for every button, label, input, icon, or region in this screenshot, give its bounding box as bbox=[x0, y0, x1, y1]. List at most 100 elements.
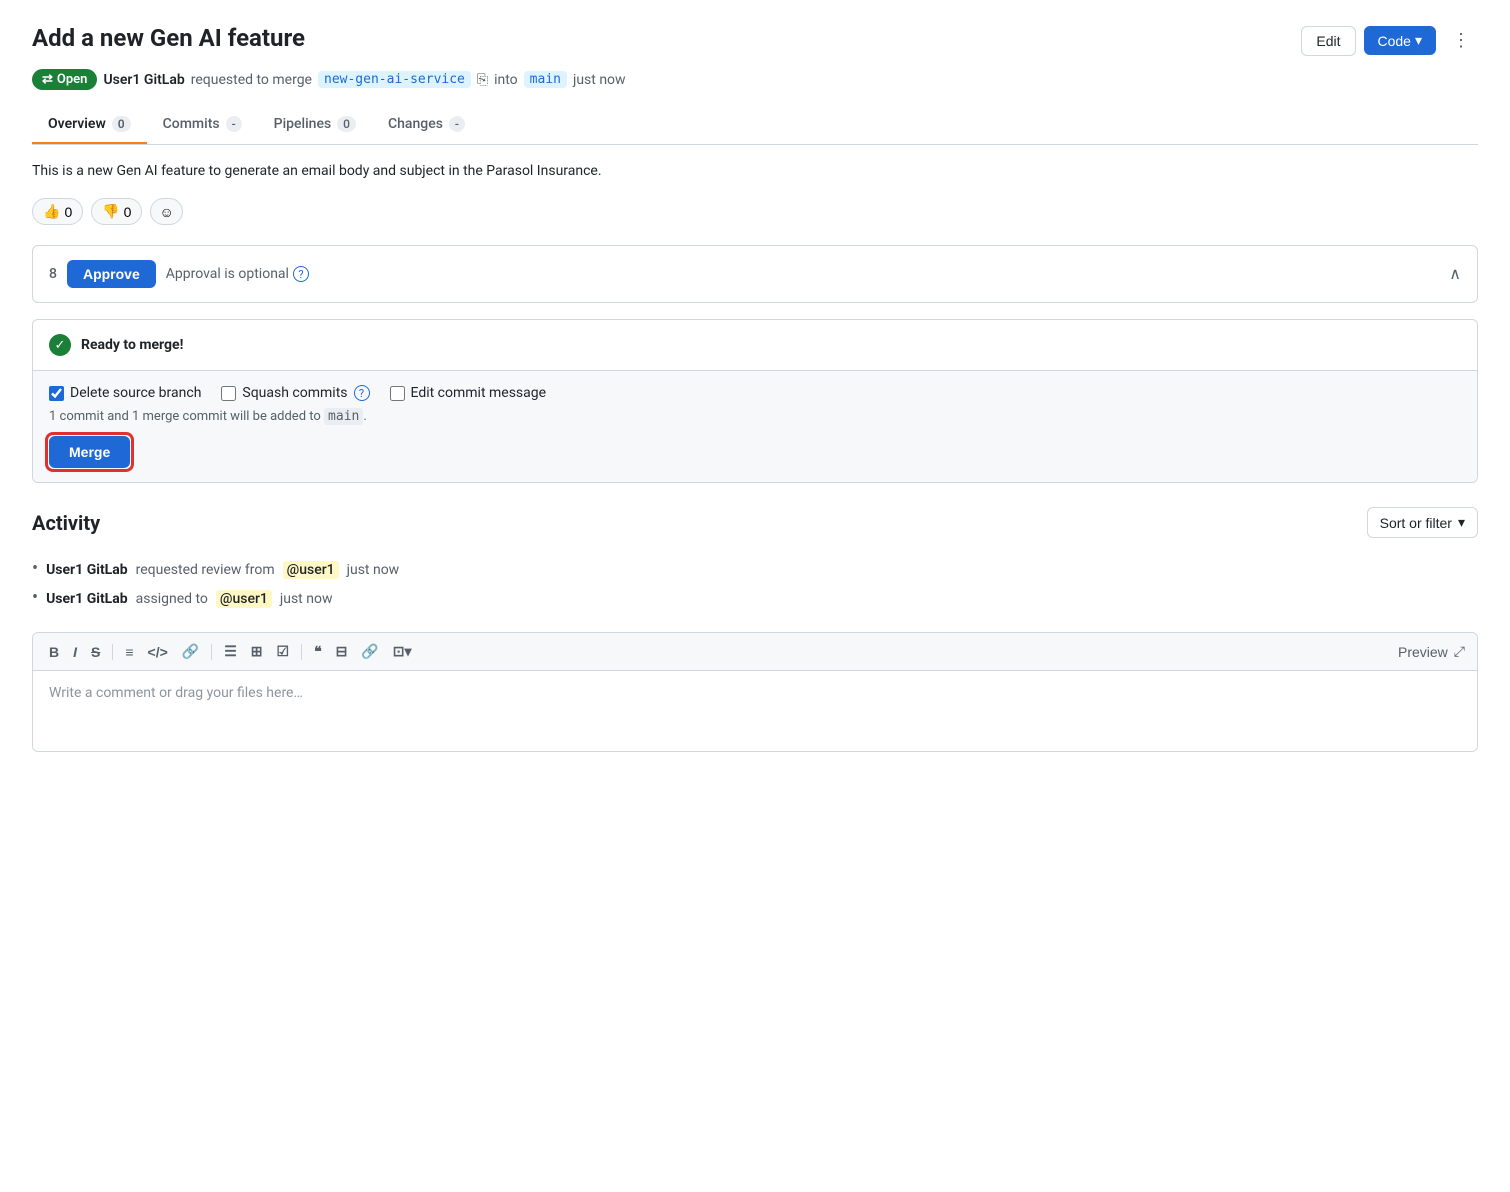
approval-optional-label: Approval is optional bbox=[166, 266, 289, 282]
squash-commits-option[interactable]: Squash commits ? bbox=[221, 385, 369, 401]
editor-body[interactable]: Write a comment or drag your files here… bbox=[33, 671, 1477, 751]
sort-filter-button[interactable]: Sort or filter ▾ bbox=[1367, 507, 1478, 538]
thumbsdown-reaction[interactable]: 👎 0 bbox=[91, 198, 142, 225]
merge-info-suffix: . bbox=[363, 409, 366, 424]
code-label: Code bbox=[1378, 33, 1411, 49]
numbered-list-button[interactable]: ⊞ bbox=[247, 641, 267, 662]
attach-button[interactable]: 🔗 bbox=[357, 641, 382, 662]
merge-button[interactable]: Merge bbox=[49, 436, 130, 468]
task-list-button[interactable]: ☑ bbox=[273, 641, 294, 662]
strikethrough-label: S bbox=[91, 644, 100, 660]
approve-section: 8 Approve Approval is optional ? ∧ bbox=[32, 245, 1478, 303]
expand-button[interactable]: ⤢ bbox=[1454, 643, 1465, 660]
merge-options: Delete source branch Squash commits ? Ed… bbox=[49, 385, 1461, 401]
tab-pipelines[interactable]: Pipelines 0 bbox=[258, 106, 372, 144]
merge-ready-icon: ✓ bbox=[49, 334, 71, 356]
tab-changes-label: Changes bbox=[388, 116, 443, 132]
thumbsup-emoji: 👍 bbox=[43, 203, 60, 220]
editor-placeholder: Write a comment or drag your files here… bbox=[49, 685, 303, 701]
tab-pipelines-label: Pipelines bbox=[274, 116, 332, 132]
activity-text-1: requested review from bbox=[136, 562, 275, 578]
status-line: ⇄ Open User1 GitLab requested to merge n… bbox=[32, 69, 1478, 90]
approve-button[interactable]: Approve bbox=[67, 260, 156, 288]
thumbsup-count: 0 bbox=[64, 204, 72, 220]
merge-body: Delete source branch Squash commits ? Ed… bbox=[33, 371, 1477, 482]
page-title: Add a new Gen AI feature bbox=[32, 24, 305, 52]
activity-mention-1[interactable]: @user1 bbox=[283, 561, 339, 579]
toolbar-right: Preview ⤢ bbox=[1398, 643, 1465, 660]
activity-user-2: User1 GitLab bbox=[46, 591, 128, 607]
merge-info: 1 commit and 1 merge commit will be adde… bbox=[49, 409, 1461, 424]
activity-header: Activity Sort or filter ▾ bbox=[32, 507, 1478, 538]
tabs-container: Overview 0 Commits - Pipelines 0 Changes… bbox=[32, 106, 1478, 145]
link-button[interactable]: 🔗 bbox=[178, 641, 203, 662]
edit-message-checkbox[interactable] bbox=[390, 386, 405, 401]
delete-branch-option[interactable]: Delete source branch bbox=[49, 385, 201, 401]
source-branch-link[interactable]: new-gen-ai-service bbox=[318, 71, 471, 88]
activity-time-1: just now bbox=[347, 562, 400, 578]
tab-commits-label: Commits bbox=[163, 116, 220, 132]
approve-left: 8 Approve Approval is optional ? bbox=[49, 260, 309, 288]
merge-section: ✓ Ready to merge! Delete source branch S… bbox=[32, 319, 1478, 483]
tab-changes-count: - bbox=[449, 116, 465, 132]
status-action: requested to merge bbox=[191, 72, 312, 88]
bold-button[interactable]: B bbox=[45, 642, 63, 662]
add-emoji-button[interactable]: ☺ bbox=[150, 198, 182, 225]
mr-description: This is a new Gen AI feature to generate… bbox=[32, 161, 1478, 182]
edit-message-label: Edit commit message bbox=[411, 385, 547, 401]
activity-item: User1 GitLab requested review from @user… bbox=[32, 554, 1478, 583]
approval-help-icon[interactable]: ? bbox=[293, 266, 309, 282]
edit-message-option[interactable]: Edit commit message bbox=[390, 385, 547, 401]
tab-overview-count: 0 bbox=[112, 116, 131, 132]
approval-optional-text: Approval is optional ? bbox=[166, 266, 309, 282]
code-button[interactable]: Code ▾ bbox=[1364, 26, 1437, 55]
merge-request-icon: ⇄ bbox=[42, 72, 53, 87]
tab-overview-label: Overview bbox=[48, 116, 106, 132]
emoji-add-icon: ☺ bbox=[159, 204, 173, 220]
activity-time-2: just now bbox=[280, 591, 333, 607]
tab-pipelines-count: 0 bbox=[337, 116, 356, 132]
blockquote-button[interactable]: ❝ bbox=[310, 641, 326, 662]
merge-header: ✓ Ready to merge! bbox=[33, 320, 1477, 371]
tab-overview[interactable]: Overview 0 bbox=[32, 106, 147, 144]
toolbar-left: B I S ≡ </> 🔗 ☰ ⊞ ☑ ❝ ⊟ 🔗 ⊡▾ bbox=[45, 641, 416, 662]
thumbsdown-count: 0 bbox=[124, 204, 132, 220]
table-button[interactable]: ⊟ bbox=[332, 641, 352, 662]
thumbsdown-emoji: 👎 bbox=[102, 203, 119, 220]
unordered-list-button[interactable]: ☰ bbox=[220, 641, 241, 662]
delete-branch-label: Delete source branch bbox=[70, 385, 201, 401]
sort-filter-chevron-icon: ▾ bbox=[1458, 514, 1465, 531]
templates-button[interactable]: ⊡▾ bbox=[389, 641, 416, 662]
merge-button-wrapper: Merge bbox=[49, 436, 130, 468]
italic-button[interactable]: I bbox=[69, 642, 81, 662]
activity-mention-2[interactable]: @user1 bbox=[216, 590, 272, 608]
italic-label: I bbox=[73, 644, 77, 660]
tab-changes[interactable]: Changes - bbox=[372, 106, 481, 144]
page-header: Add a new Gen AI feature Edit Code ▾ ⋮ bbox=[32, 24, 1478, 57]
open-badge: ⇄ Open bbox=[32, 69, 97, 90]
approve-collapse-button[interactable]: ∧ bbox=[1449, 264, 1461, 284]
squash-commits-checkbox[interactable] bbox=[221, 386, 236, 401]
delete-branch-checkbox[interactable] bbox=[49, 386, 64, 401]
status-into: into bbox=[494, 72, 518, 88]
code-chevron-icon: ▾ bbox=[1415, 32, 1422, 49]
code-button-toolbar[interactable]: </> bbox=[144, 642, 172, 662]
toolbar-separator-1 bbox=[112, 644, 113, 660]
editor-toolbar: B I S ≡ </> 🔗 ☰ ⊞ ☑ ❝ ⊟ 🔗 ⊡▾ Preview ⤢ bbox=[33, 633, 1477, 671]
reactions-bar: 👍 0 👎 0 ☺ bbox=[32, 198, 1478, 225]
toolbar-separator-2 bbox=[211, 644, 212, 660]
ordered-list-button[interactable]: ≡ bbox=[121, 642, 137, 662]
merge-info-text: 1 commit and 1 merge commit will be adde… bbox=[49, 409, 321, 424]
tab-commits[interactable]: Commits - bbox=[147, 106, 258, 144]
more-options-button[interactable]: ⋮ bbox=[1444, 24, 1478, 57]
edit-button[interactable]: Edit bbox=[1301, 26, 1355, 56]
squash-commits-label: Squash commits bbox=[242, 385, 347, 401]
activity-user-1: User1 GitLab bbox=[46, 562, 128, 578]
target-branch-link[interactable]: main bbox=[524, 71, 567, 88]
sort-filter-label: Sort or filter bbox=[1380, 515, 1452, 531]
preview-button[interactable]: Preview bbox=[1398, 644, 1448, 660]
strikethrough-button[interactable]: S bbox=[87, 642, 104, 662]
thumbsup-reaction[interactable]: 👍 0 bbox=[32, 198, 83, 225]
activity-text-2: assigned to bbox=[136, 591, 208, 607]
squash-help-icon[interactable]: ? bbox=[354, 385, 370, 401]
